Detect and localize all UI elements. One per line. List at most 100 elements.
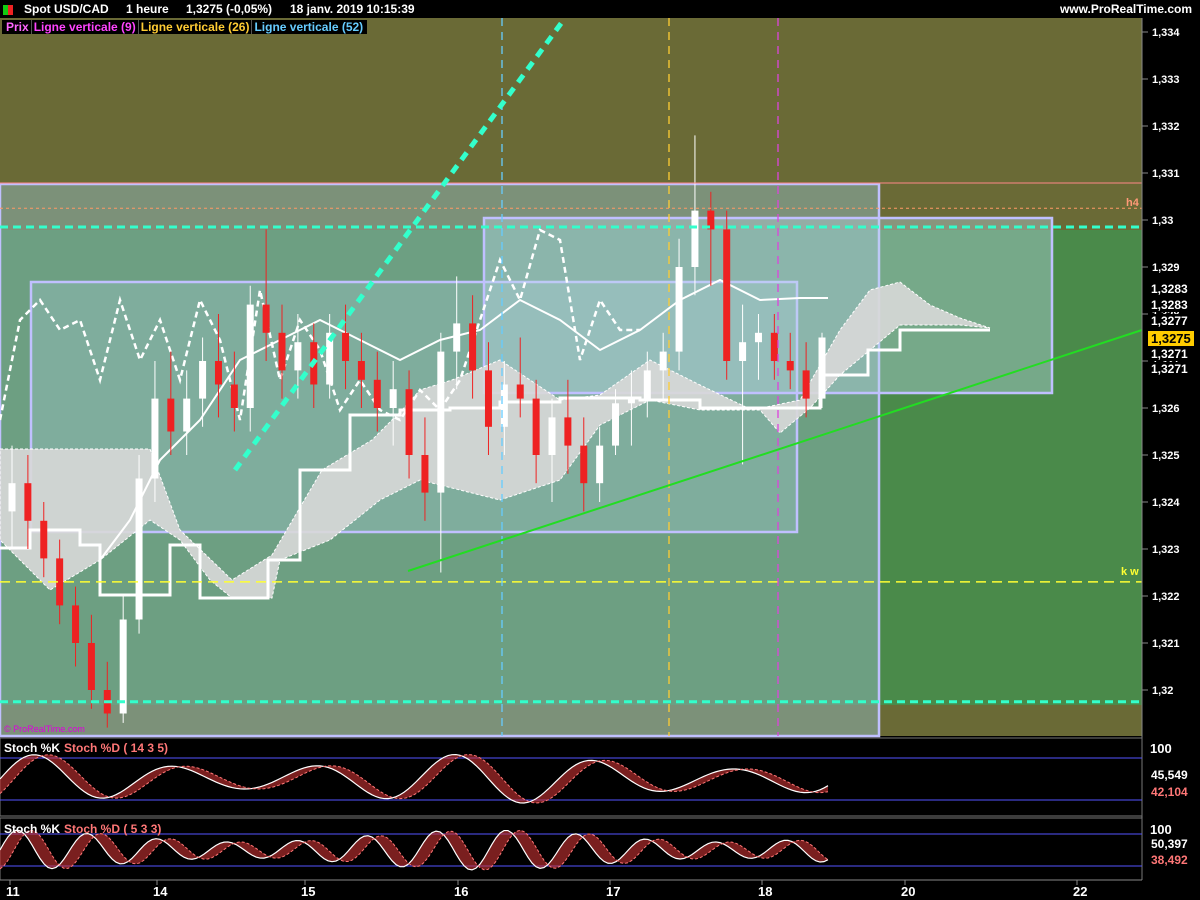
candle-body-29 xyxy=(469,323,477,371)
indicator-legend: Prix Ligne verticale (9) Ligne verticale (… xyxy=(2,20,368,34)
candle-body-26 xyxy=(421,455,429,493)
x-tick-label-7: 22 xyxy=(1073,884,1087,899)
price-tag-3: 1,3275 xyxy=(1148,331,1194,346)
stoch-1-k-value: 45,549 xyxy=(1148,768,1191,782)
candle-body-18 xyxy=(294,342,302,371)
candle-body-11 xyxy=(183,398,191,432)
candle-body-43 xyxy=(691,210,699,267)
x-tick-label-1: 14 xyxy=(153,884,168,899)
stoch-2-d-value: 38,492 xyxy=(1148,853,1191,867)
candle-body-9 xyxy=(151,398,159,479)
zone-rectangle-top xyxy=(482,216,1054,395)
candle-body-31 xyxy=(500,384,508,427)
y-tick-label-0: 1,334 xyxy=(1152,27,1180,39)
header-datetime: 18 janv. 2019 10:15:39 xyxy=(290,2,415,16)
status-icon xyxy=(3,5,13,15)
x-axis-bg xyxy=(0,880,1200,900)
candle-body-0 xyxy=(8,483,16,512)
y-tick-label-14: 1,32 xyxy=(1152,685,1173,697)
x-tick-label-4: 17 xyxy=(606,884,620,899)
y-tick-label-10: 1,324 xyxy=(1152,497,1180,509)
candle-body-14 xyxy=(230,384,238,408)
candle-body-45 xyxy=(723,229,731,361)
candle-body-25 xyxy=(405,389,413,455)
candle-body-49 xyxy=(786,361,794,371)
x-tick-label-2: 15 xyxy=(301,884,315,899)
candle-body-12 xyxy=(199,361,207,399)
candle-body-50 xyxy=(802,370,810,399)
watermark: © ProRealTime.com xyxy=(4,724,85,734)
candle-body-51 xyxy=(818,337,826,399)
legend-item-2[interactable]: Ligne verticale (26) xyxy=(137,20,252,34)
instrument-name[interactable]: Spot USD/CAD xyxy=(24,2,109,16)
stoch-2-k-value: 50,397 xyxy=(1148,837,1191,851)
timeframe[interactable]: 1 heure xyxy=(126,2,169,16)
x-tick-label-6: 20 xyxy=(901,884,915,899)
candle-body-8 xyxy=(135,478,143,620)
legend-item-3[interactable]: Ligne verticale (52) xyxy=(251,20,366,34)
legend-item-0[interactable]: Prix xyxy=(4,20,31,34)
y-tick-label-9: 1,325 xyxy=(1152,450,1180,462)
y-tick-label-8: 1,326 xyxy=(1152,403,1180,415)
site-link[interactable]: www.ProRealTime.com xyxy=(1060,2,1192,16)
y-tick-label-3: 1,331 xyxy=(1152,168,1180,180)
candle-body-15 xyxy=(246,304,254,408)
stoch-panel-2-label-1[interactable]: Stoch %D ( 5 3 3) xyxy=(62,822,163,836)
y-tick-label-1: 1,333 xyxy=(1152,74,1180,86)
candle-body-13 xyxy=(214,361,222,385)
y-tick-label-12: 1,322 xyxy=(1152,591,1180,603)
price-tag-1: 1,3283 xyxy=(1148,298,1191,312)
candle-body-7 xyxy=(119,619,127,714)
price-tag-5: 1,3271 xyxy=(1148,362,1191,376)
x-tick-label-0: 11 xyxy=(6,884,20,899)
candle-body-28 xyxy=(453,323,461,352)
candle-body-47 xyxy=(754,332,762,343)
candle-body-42 xyxy=(675,267,683,352)
price-tag-0: 1,3283 xyxy=(1148,282,1191,296)
candle-body-40 xyxy=(643,370,651,399)
candle-body-38 xyxy=(612,403,620,446)
h4-marker: h4 xyxy=(1126,197,1139,209)
candle-body-23 xyxy=(373,379,381,408)
candle-body-16 xyxy=(262,304,270,333)
kw-marker: k w xyxy=(1121,566,1139,578)
stoch-panel-1-label-0[interactable]: Stoch %K xyxy=(2,741,62,755)
candle-body-4 xyxy=(72,605,80,643)
candle-body-5 xyxy=(87,643,95,690)
candle-body-37 xyxy=(596,445,604,484)
candle-body-48 xyxy=(770,332,778,361)
y-tick-label-2: 1,332 xyxy=(1152,121,1180,133)
stoch-1-d-value: 42,104 xyxy=(1148,785,1191,799)
candle-body-34 xyxy=(548,417,556,455)
price-tag-2: 1,3277 xyxy=(1148,314,1191,328)
candle-body-30 xyxy=(484,370,492,427)
candle-body-39 xyxy=(627,398,635,404)
candle-body-36 xyxy=(580,445,588,484)
x-tick-label-5: 18 xyxy=(758,884,772,899)
last-change: 1,3275 (-0,05%) xyxy=(186,2,273,16)
candle-body-24 xyxy=(389,389,397,408)
stoch-panel-2-label: Stoch %K Stoch %D ( 5 3 3) xyxy=(2,822,163,836)
price-tag-4: 1,3271 xyxy=(1148,347,1191,361)
x-tick-label-3: 16 xyxy=(454,884,468,899)
candle-body-27 xyxy=(437,351,445,493)
y-tick-label-5: 1,329 xyxy=(1152,262,1180,274)
stoch-1-top: 100 xyxy=(1150,741,1172,756)
candle-body-17 xyxy=(278,332,286,371)
candle-body-21 xyxy=(342,332,350,361)
candle-body-22 xyxy=(357,361,365,380)
y-tick-label-4: 1,33 xyxy=(1152,215,1173,227)
stoch-2-top: 100 xyxy=(1150,822,1172,837)
candle-body-46 xyxy=(739,342,747,361)
stoch-panel-2-label-0[interactable]: Stoch %K xyxy=(2,822,62,836)
stoch-panel-1-label: Stoch %K Stoch %D ( 14 3 5) xyxy=(2,741,170,755)
candle-body-10 xyxy=(167,398,175,432)
candle-body-2 xyxy=(40,520,48,559)
y-tick-label-11: 1,323 xyxy=(1152,544,1180,556)
candle-body-32 xyxy=(516,384,524,399)
price-chart: 1,3341,3331,3321,3311,331,3291,3281,3271… xyxy=(0,16,1200,900)
legend-item-1[interactable]: Ligne verticale (9) xyxy=(30,20,138,34)
candle-body-41 xyxy=(659,351,667,371)
stoch-panel-1-label-1[interactable]: Stoch %D ( 14 3 5) xyxy=(62,741,170,755)
candle-body-35 xyxy=(564,417,572,446)
